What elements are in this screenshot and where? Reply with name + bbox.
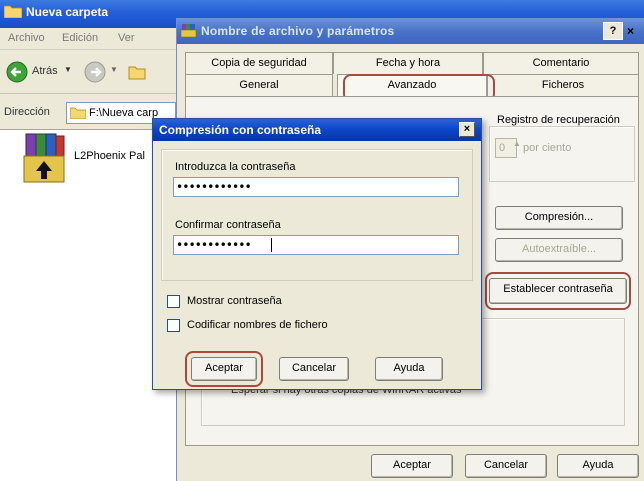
encode-names-label[interactable]: Codificar nombres de fichero bbox=[187, 319, 328, 331]
enter-password-field[interactable]: •••••••••••• bbox=[173, 177, 459, 197]
show-password-checkbox[interactable] bbox=[167, 295, 180, 308]
password-titlebar[interactable]: Compresión con contraseña × bbox=[153, 119, 481, 141]
confirm-password-field[interactable]: •••••••••••• bbox=[173, 235, 459, 255]
params-titlebar[interactable]: Nombre de archivo y parámetros ? × bbox=[177, 18, 644, 44]
set-password-highlight-ring bbox=[485, 272, 631, 310]
help-title-button[interactable]: ? bbox=[603, 22, 623, 40]
back-label[interactable]: Atrás bbox=[32, 65, 58, 77]
recovery-unit: por ciento bbox=[523, 142, 572, 154]
password-dialog-title: Compresión con contraseña bbox=[159, 123, 322, 137]
menu-edicion[interactable]: Edición bbox=[62, 32, 98, 44]
password-close-button[interactable]: × bbox=[459, 122, 475, 137]
password-cancel-button[interactable]: Cancelar bbox=[279, 357, 349, 381]
params-close-button[interactable]: × bbox=[627, 22, 644, 40]
forward-arrow-icon[interactable] bbox=[84, 61, 106, 83]
menu-ver[interactable]: Ver bbox=[118, 32, 135, 44]
params-cancel-button[interactable]: Cancelar bbox=[465, 454, 547, 478]
address-label: Dirección bbox=[4, 106, 50, 118]
explorer-title: Nueva carpeta bbox=[26, 5, 109, 19]
tab-fecha-hora[interactable]: Fecha y hora bbox=[333, 52, 483, 74]
back-dropdown-icon[interactable]: ▼ bbox=[64, 65, 72, 74]
menu-archivo[interactable]: Archivo bbox=[8, 32, 45, 44]
tab-copia-seguridad[interactable]: Copia de seguridad bbox=[185, 52, 333, 74]
winrar-archive-icon[interactable] bbox=[22, 132, 66, 186]
folder-icon bbox=[3, 4, 23, 19]
back-arrow-icon[interactable] bbox=[6, 61, 28, 83]
params-title: Nombre de archivo y parámetros bbox=[201, 24, 395, 38]
encode-names-checkbox[interactable] bbox=[167, 319, 180, 332]
password-ok-highlight-ring bbox=[185, 351, 263, 387]
confirm-password-label: Confirmar contraseña bbox=[175, 219, 281, 231]
password-dialog: Compresión con contraseña × Introduzca l… bbox=[152, 118, 482, 390]
file-name-label[interactable]: L2Phoenix Pal bbox=[74, 150, 145, 162]
spinner-up-icon[interactable]: ▲ bbox=[513, 139, 521, 148]
show-password-label[interactable]: Mostrar contraseña bbox=[187, 295, 282, 307]
tab-general[interactable]: General bbox=[185, 74, 333, 96]
winrar-small-icon bbox=[180, 23, 197, 38]
address-folder-icon bbox=[69, 106, 87, 120]
enter-password-label: Introduzca la contraseña bbox=[175, 161, 296, 173]
up-folder-icon[interactable] bbox=[128, 62, 146, 80]
tab-comentario[interactable]: Comentario bbox=[483, 52, 639, 74]
address-value: F:\Nueva carp bbox=[89, 107, 159, 119]
tab-ficheros[interactable]: Ficheros bbox=[487, 74, 639, 96]
autoextract-button[interactable]: Autoextraíble... bbox=[495, 238, 623, 262]
text-cursor bbox=[271, 238, 272, 252]
params-help-button[interactable]: Ayuda bbox=[557, 454, 639, 478]
params-ok-button[interactable]: Aceptar bbox=[371, 454, 453, 478]
recovery-record-label: Registro de recuperación bbox=[497, 114, 620, 126]
password-help-button[interactable]: Ayuda bbox=[375, 357, 443, 381]
forward-dropdown-icon[interactable]: ▼ bbox=[110, 65, 118, 74]
compression-button[interactable]: Compresión... bbox=[495, 206, 623, 230]
